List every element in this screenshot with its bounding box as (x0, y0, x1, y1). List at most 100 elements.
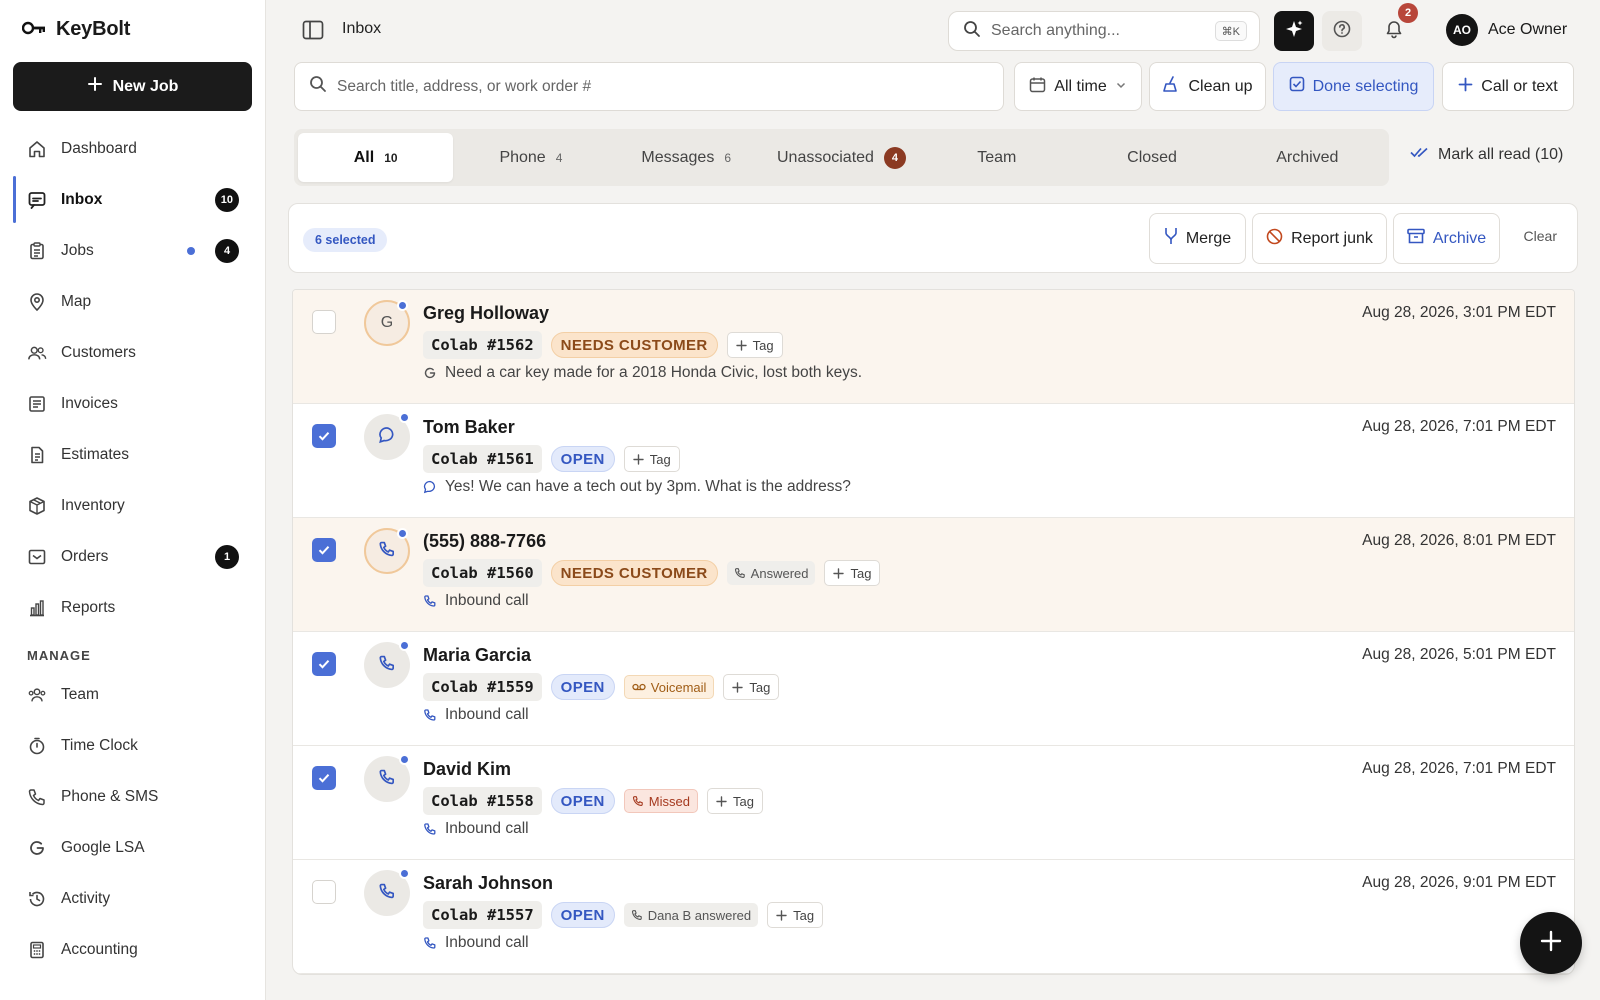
add-tag-label: Tag (732, 793, 754, 809)
phone-icon (423, 822, 437, 836)
unread-dot (187, 246, 195, 255)
sidebar-item-inbox[interactable]: Inbox 10 (13, 174, 253, 225)
mark-all-read-button[interactable]: Mark all read (10) (1410, 145, 1563, 164)
selected-count-badge: 6 selected (303, 228, 388, 252)
conversation-row[interactable]: David Kim Aug 28, 2026, 7:01 PM EDT Colab … (293, 746, 1574, 860)
add-tag-label: Tag (749, 679, 771, 695)
sidebar-item-team[interactable]: Team (13, 669, 253, 720)
new-conversation-button[interactable] (1520, 912, 1582, 974)
sidebar-item-reports[interactable]: Reports (13, 582, 253, 633)
work-order-number: Colab #1562 (423, 331, 542, 359)
contact-name: (555) 888-7766 (423, 531, 547, 551)
tab-unassociated[interactable]: Unassociated 4 (764, 133, 919, 182)
tab-team[interactable]: Team (919, 133, 1074, 182)
row-checkbox[interactable] (312, 652, 336, 676)
sidebar-item-label: Jobs (61, 241, 94, 259)
user-menu[interactable]: AO Ace Owner (1446, 14, 1567, 46)
archive-button[interactable]: Archive (1393, 213, 1500, 264)
row-checkbox[interactable] (312, 310, 336, 334)
row-checkbox[interactable] (312, 766, 336, 790)
call-or-text-button[interactable]: Call or text (1442, 62, 1574, 111)
conversation-search-input[interactable]: Search title, address, or work order # (294, 62, 1004, 111)
done-selecting-label: Done selecting (1312, 77, 1419, 95)
add-tag-button[interactable]: Tag (767, 902, 824, 928)
sidebar-item-time-clock[interactable]: Time Clock (13, 720, 253, 771)
bar-chart-icon (27, 598, 47, 618)
search-icon (963, 20, 981, 43)
sidebar-item-label: Invoices (61, 394, 118, 412)
sidebar-item-label: Inbox (61, 190, 103, 208)
phone-icon (423, 708, 437, 722)
tab-archived[interactable]: Archived (1230, 133, 1385, 182)
plus-icon (1539, 929, 1563, 957)
phone-icon (423, 594, 437, 608)
conversation-row[interactable]: Maria Garcia Aug 28, 2026, 5:01 PM EDT Col… (293, 632, 1574, 746)
row-chips: Colab #1559 OPEN Voicemail Tag (423, 673, 780, 701)
add-tag-button[interactable]: Tag (726, 332, 783, 358)
phone-icon (631, 909, 643, 921)
sidebar-item-orders[interactable]: Orders 1 (13, 531, 253, 582)
add-tag-button[interactable]: Tag (623, 446, 680, 472)
sidebar-item-phone-sms[interactable]: Phone & SMS (13, 771, 253, 822)
done-selecting-button[interactable]: Done selecting (1273, 62, 1434, 111)
brand[interactable]: KeyBolt (21, 18, 130, 41)
report-junk-button[interactable]: Report junk (1252, 213, 1387, 264)
sidebar-item-accounting[interactable]: Accounting (13, 924, 253, 975)
row-chips: Colab #1562 NEEDS CUSTOMER Tag (423, 331, 783, 359)
clear-selection-button[interactable]: Clear (1524, 228, 1557, 244)
merge-button[interactable]: Merge (1149, 213, 1246, 264)
sidebar-item-estimates[interactable]: Estimates (13, 429, 253, 480)
stopwatch-icon (27, 736, 47, 756)
conversation-row[interactable]: G Greg Holloway Aug 28, 2026, 3:01 PM EDT C… (293, 290, 1574, 404)
sidebar-item-dashboard[interactable]: Dashboard (13, 123, 253, 174)
time-range-select[interactable]: All time (1014, 62, 1142, 111)
timestamp: Aug 28, 2026, 7:01 PM EDT (1362, 760, 1556, 777)
tab-phone[interactable]: Phone 4 (453, 133, 608, 182)
conversation-row[interactable]: Tom Baker Aug 28, 2026, 7:01 PM EDT Colab … (293, 404, 1574, 518)
row-checkbox[interactable] (312, 538, 336, 562)
ai-assistant-button[interactable] (1274, 11, 1314, 51)
row-chips: Colab #1557 OPEN Dana B answered Tag (423, 901, 824, 929)
new-job-button[interactable]: New Job (13, 62, 252, 111)
sidebar-item-label: Orders (61, 547, 109, 565)
sidebar-item-label: Customers (61, 343, 136, 361)
tab-closed[interactable]: Closed (1074, 133, 1229, 182)
google-icon (27, 838, 47, 858)
sidebar-item-inventory[interactable]: Inventory (13, 480, 253, 531)
clean-up-button[interactable]: Clean up (1149, 62, 1266, 111)
key-logo-icon (21, 21, 46, 39)
sidebar-item-invoices[interactable]: Invoices (13, 378, 253, 429)
sidebar-item-customers[interactable]: Customers (13, 327, 253, 378)
tab-count: 6 (724, 150, 731, 165)
add-tag-button[interactable]: Tag (706, 788, 763, 814)
clean-up-label: Clean up (1188, 77, 1253, 95)
status-badge: OPEN (550, 674, 615, 700)
tab-label: All (353, 148, 375, 166)
sidebar-toggle-icon[interactable] (302, 20, 324, 44)
sidebar-item-map[interactable]: Map (13, 276, 253, 327)
tab-all[interactable]: All 10 (298, 133, 454, 182)
conversation-row[interactable]: Sarah Johnson Aug 28, 2026, 9:01 PM EDT Co… (293, 860, 1574, 974)
orders-icon (27, 547, 47, 567)
team-icon (27, 685, 47, 705)
sidebar-item-activity[interactable]: Activity (13, 873, 253, 924)
notifications-button[interactable]: 2 (1374, 3, 1418, 51)
conversation-search-placeholder: Search title, address, or work order # (337, 77, 592, 95)
help-button[interactable] (1322, 11, 1362, 51)
add-tag-label: Tag (752, 337, 774, 353)
conversation-row[interactable]: (555) 888-7766 Aug 28, 2026, 8:01 PM EDT C… (293, 518, 1574, 632)
sidebar-item-label: Accounting (61, 940, 138, 958)
row-checkbox[interactable] (312, 880, 336, 904)
global-search-input[interactable]: Search anything... ⌘K (948, 11, 1260, 51)
sidebar-item-jobs[interactable]: Jobs 4 (13, 225, 253, 276)
status-badge: OPEN (550, 446, 615, 472)
add-tag-button[interactable]: Tag (723, 674, 780, 700)
broom-icon (1162, 75, 1180, 98)
row-checkbox[interactable] (312, 424, 336, 448)
sidebar-item-label: Activity (61, 889, 111, 907)
report-junk-label: Report junk (1291, 229, 1373, 247)
sidebar-item-google-lsa[interactable]: Google LSA (13, 822, 253, 873)
add-tag-button[interactable]: Tag (824, 560, 881, 586)
checkbox-square-icon (1289, 76, 1305, 97)
tab-messages[interactable]: Messages 6 (609, 133, 764, 182)
